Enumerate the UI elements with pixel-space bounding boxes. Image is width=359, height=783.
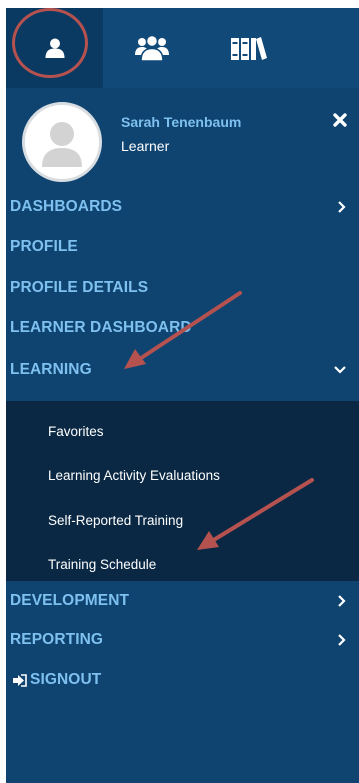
nav-signout[interactable]: SIGNOUT <box>6 662 359 698</box>
library-icon <box>230 37 267 60</box>
nav-development[interactable]: DEVELOPMENT <box>6 583 359 619</box>
users-group-icon <box>134 35 169 61</box>
nav-learner-dashboard[interactable]: LEARNER DASHBOARD <box>6 310 359 346</box>
nav-learning[interactable]: LEARNING <box>6 352 359 388</box>
chevron-right-icon <box>338 201 346 213</box>
submenu-item-evaluations[interactable]: Learning Activity Evaluations <box>48 468 220 483</box>
nav-learner-dashboard-label: LEARNER DASHBOARD <box>10 319 192 336</box>
close-icon <box>333 113 347 127</box>
nav-dashboards-label: DASHBOARDS <box>10 198 123 215</box>
submenu-item-self-reported[interactable]: Self-Reported Training <box>48 513 183 528</box>
user-icon <box>45 38 64 58</box>
top-tab-bar <box>6 8 359 88</box>
nav-reporting[interactable]: REPORTING <box>6 622 359 658</box>
avatar[interactable] <box>22 102 102 182</box>
user-role: Learner <box>121 138 170 154</box>
tab-user[interactable] <box>6 8 103 88</box>
nav-dashboards[interactable]: DASHBOARDS <box>6 189 359 225</box>
nav-profile-details-label: PROFILE DETAILS <box>10 279 149 296</box>
learning-submenu: Favorites Learning Activity Evaluations … <box>6 401 359 581</box>
nav-reporting-label: REPORTING <box>10 631 104 648</box>
tab-library[interactable] <box>200 8 297 88</box>
user-name: Sarah Tenenbaum <box>121 114 242 130</box>
nav-profile-details[interactable]: PROFILE DETAILS <box>6 270 359 306</box>
avatar-placeholder-icon <box>42 122 82 167</box>
nav-development-label: DEVELOPMENT <box>10 592 130 609</box>
nav-profile-label: PROFILE <box>10 238 78 255</box>
chevron-right-icon <box>338 634 346 646</box>
chevron-down-icon <box>334 366 346 374</box>
side-menu-panel: Sarah Tenenbaum Learner DASHBOARDS PROFI… <box>6 8 359 783</box>
user-profile-header: Sarah Tenenbaum Learner <box>6 98 359 190</box>
chevron-right-icon <box>338 595 346 607</box>
close-button[interactable] <box>332 112 348 128</box>
submenu-item-favorites[interactable]: Favorites <box>48 424 104 439</box>
tab-groups[interactable] <box>103 8 200 88</box>
nav-learning-label: LEARNING <box>10 361 92 378</box>
submenu-item-training-schedule[interactable]: Training Schedule <box>48 557 156 572</box>
sign-out-icon <box>13 673 27 687</box>
nav-profile[interactable]: PROFILE <box>6 229 359 265</box>
nav-signout-label: SIGNOUT <box>30 671 102 688</box>
